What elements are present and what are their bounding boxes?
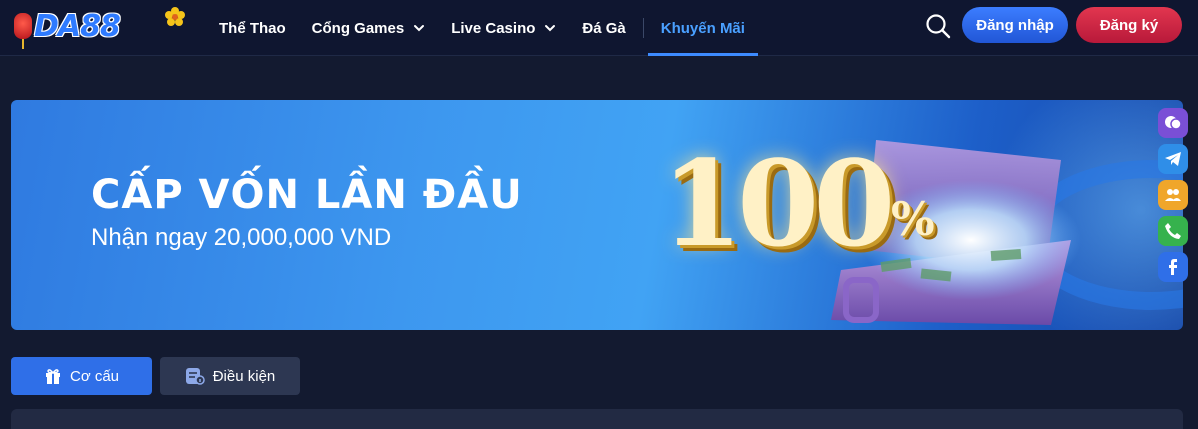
facebook-icon[interactable] [1158,252,1188,282]
nav-game-portal[interactable]: Cổng Games [299,0,439,56]
promo-content-card [11,409,1183,429]
hundred-number: 100 [661,134,895,273]
telegram-icon[interactable] [1158,144,1188,174]
nav-sports[interactable]: Thể Thao [206,0,299,56]
percent-sign: % [891,192,935,246]
flower-icon [165,7,185,26]
nav-label: Live Casino [451,19,536,37]
nav-label: Khuyến Mãi [660,19,745,37]
phone-icon[interactable] [1158,216,1188,246]
social-sidebar [1158,108,1188,282]
top-header: DA88 Thể Thao Cổng Games Live Casino Đá … [0,0,1198,56]
structure-tab[interactable]: Cơ cấu [11,357,152,395]
da88-logo[interactable]: DA88 [14,4,185,49]
main-nav: Thể Thao Cổng Games Live Casino Đá Gà Kh… [206,0,759,56]
support-icon[interactable] [1158,180,1188,210]
banner-title: CẤP VỐN LẦN ĐẦU [91,172,523,218]
document-info-icon [185,368,205,385]
nav-cockfighting[interactable]: Đá Gà [569,0,638,56]
nav-divider [642,18,644,38]
register-button[interactable]: Đăng ký [1076,7,1182,43]
logo-text: DA88 [34,8,121,44]
banner-subtitle: Nhận ngay 20,000,000 VND [91,224,392,251]
promo-banner[interactable]: CẤP VỐN LẦN ĐẦU Nhận ngay 20,000,000 VND… [11,100,1183,330]
chevron-down-icon [545,25,556,32]
login-button[interactable]: Đăng nhập [962,7,1068,43]
chevron-down-icon [414,25,425,32]
nav-promotions[interactable]: Khuyến Mãi [647,0,759,56]
chat-icon[interactable] [1158,108,1188,138]
conditions-tab-label: Điều kiện [212,367,276,385]
lantern-icon [14,13,32,49]
nav-label: Đá Gà [582,19,626,37]
nav-label: Thể Thao [219,19,286,37]
search-icon[interactable] [924,12,952,40]
nav-label: Cổng Games [311,19,405,37]
structure-tab-label: Cơ cấu [69,367,120,385]
gift-icon [45,369,60,384]
conditions-tab[interactable]: Điều kiện [160,357,300,395]
nav-live-casino[interactable]: Live Casino [438,0,569,56]
